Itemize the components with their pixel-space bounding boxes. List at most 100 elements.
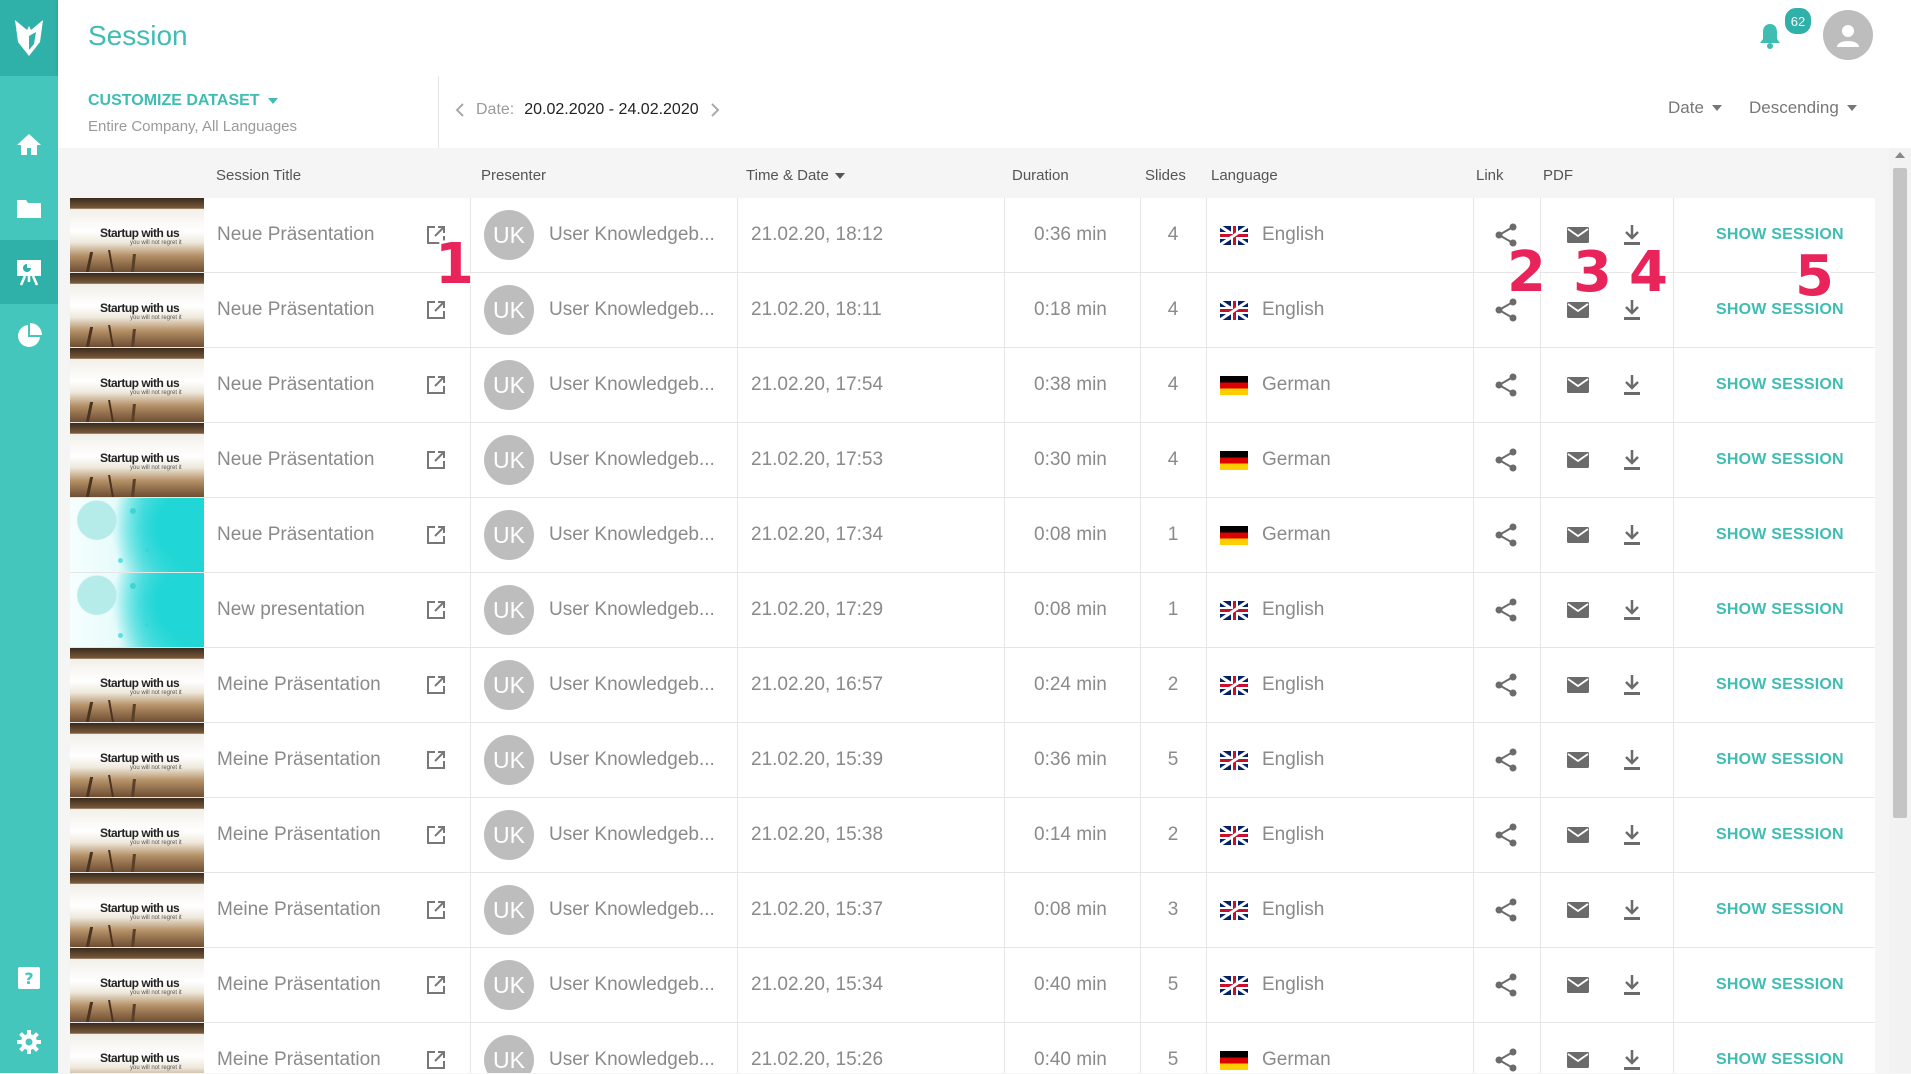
- email-pdf-button[interactable]: [1566, 723, 1590, 797]
- date-range-value[interactable]: 20.02.2020 - 24.02.2020: [524, 101, 698, 119]
- user-avatar[interactable]: [1823, 10, 1873, 60]
- share-link-button[interactable]: [1494, 1023, 1518, 1073]
- download-pdf-button[interactable]: [1623, 873, 1641, 947]
- show-session-button[interactable]: SHOW SESSION: [1716, 573, 1844, 647]
- open-session-button[interactable]: [426, 648, 446, 722]
- download-pdf-button[interactable]: [1623, 723, 1641, 797]
- scrollbar-thumb[interactable]: [1893, 168, 1907, 818]
- show-session-button[interactable]: SHOW SESSION: [1716, 648, 1844, 722]
- share-link-button[interactable]: [1494, 798, 1518, 872]
- download-pdf-button[interactable]: [1623, 1023, 1641, 1073]
- email-pdf-button[interactable]: [1566, 498, 1590, 572]
- scrollbar[interactable]: [1889, 148, 1911, 1073]
- email-pdf-button[interactable]: [1566, 573, 1590, 647]
- download-pdf-button[interactable]: [1623, 798, 1641, 872]
- share-link-button[interactable]: [1494, 348, 1518, 422]
- session-thumbnail[interactable]: Startup with us you will not regret it: [70, 798, 204, 872]
- session-thumbnail[interactable]: Startup with us you will not regret it: [70, 873, 204, 947]
- download-pdf-button[interactable]: [1623, 648, 1641, 722]
- chevron-right-icon[interactable]: [709, 102, 721, 118]
- show-session-button[interactable]: SHOW SESSION: [1716, 423, 1844, 497]
- scroll-up-arrow[interactable]: [1895, 152, 1905, 158]
- session-title: Meine Präsentation: [217, 974, 381, 995]
- share-link-button[interactable]: [1494, 873, 1518, 947]
- share-link-button[interactable]: [1494, 648, 1518, 722]
- session-thumbnail[interactable]: [70, 573, 204, 647]
- email-pdf-button[interactable]: [1566, 423, 1590, 497]
- open-session-button[interactable]: [426, 348, 446, 422]
- table-row[interactable]: New presentation UK User Knowledgeb... 2…: [70, 573, 1875, 648]
- session-thumbnail[interactable]: Startup with us you will not regret it: [70, 948, 204, 1022]
- table-row[interactable]: Startup with us you will not regret it M…: [70, 1023, 1875, 1073]
- download-pdf-button[interactable]: [1623, 948, 1641, 1022]
- show-session-button[interactable]: SHOW SESSION: [1716, 1023, 1844, 1073]
- session-thumbnail[interactable]: Startup with us you will not regret it: [70, 723, 204, 797]
- table-row[interactable]: Startup with us you will not regret it M…: [70, 948, 1875, 1023]
- email-pdf-button[interactable]: [1566, 648, 1590, 722]
- chevron-left-icon[interactable]: [454, 102, 466, 118]
- sort-order-select[interactable]: Descending: [1749, 98, 1859, 118]
- session-thumbnail[interactable]: Startup with us you will not regret it: [70, 348, 204, 422]
- nav-help[interactable]: ?: [0, 946, 58, 1010]
- open-session-button[interactable]: [426, 423, 446, 497]
- session-thumbnail[interactable]: Startup with us you will not regret it: [70, 648, 204, 722]
- table-row[interactable]: Startup with us you will not regret it N…: [70, 423, 1875, 498]
- app-logo[interactable]: [0, 0, 58, 76]
- download-pdf-button[interactable]: [1623, 348, 1641, 422]
- open-session-button[interactable]: [426, 498, 446, 572]
- share-link-button[interactable]: [1494, 498, 1518, 572]
- notification-badge: 62: [1783, 6, 1813, 36]
- nav-settings[interactable]: [0, 1010, 58, 1074]
- col-slides[interactable]: Slides: [1145, 167, 1186, 184]
- session-language: English: [1220, 648, 1324, 722]
- session-thumbnail[interactable]: Startup with us you will not regret it: [70, 423, 204, 497]
- share-link-button[interactable]: [1494, 423, 1518, 497]
- show-session-button[interactable]: SHOW SESSION: [1716, 348, 1844, 422]
- email-pdf-button[interactable]: [1566, 948, 1590, 1022]
- share-link-button[interactable]: [1494, 948, 1518, 1022]
- col-presenter[interactable]: Presenter: [481, 167, 546, 184]
- open-session-button[interactable]: [426, 573, 446, 647]
- nav-home[interactable]: [0, 112, 58, 176]
- open-session-button[interactable]: [426, 873, 446, 947]
- email-pdf-button[interactable]: [1566, 798, 1590, 872]
- download-pdf-button[interactable]: [1623, 573, 1641, 647]
- table-row[interactable]: Startup with us you will not regret it N…: [70, 348, 1875, 423]
- show-session-button[interactable]: SHOW SESSION: [1716, 873, 1844, 947]
- folder-icon: [17, 200, 41, 218]
- table-row[interactable]: Startup with us you will not regret it M…: [70, 798, 1875, 873]
- download-pdf-button[interactable]: [1623, 423, 1641, 497]
- customize-dataset-button[interactable]: CUSTOMIZE DATASET: [88, 92, 280, 110]
- open-session-button[interactable]: [426, 723, 446, 797]
- email-pdf-button[interactable]: [1566, 1023, 1590, 1073]
- table-row[interactable]: Startup with us you will not regret it M…: [70, 648, 1875, 723]
- session-thumbnail[interactable]: Startup with us you will not regret it: [70, 1023, 204, 1073]
- show-session-button[interactable]: SHOW SESSION: [1716, 723, 1844, 797]
- session-thumbnail[interactable]: Startup with us you will not regret it: [70, 273, 204, 347]
- download-pdf-button[interactable]: [1623, 498, 1641, 572]
- open-session-button[interactable]: [426, 948, 446, 1022]
- email-pdf-button[interactable]: [1566, 873, 1590, 947]
- col-duration[interactable]: Duration: [1012, 167, 1069, 184]
- open-session-button[interactable]: [426, 798, 446, 872]
- session-thumbnail[interactable]: Startup with us you will not regret it: [70, 198, 204, 272]
- nav-sessions[interactable]: [0, 240, 58, 304]
- table-row[interactable]: Startup with us you will not regret it M…: [70, 723, 1875, 798]
- notifications-button[interactable]: [1758, 22, 1782, 55]
- show-session-button[interactable]: SHOW SESSION: [1716, 498, 1844, 572]
- email-pdf-button[interactable]: [1566, 348, 1590, 422]
- nav-analytics[interactable]: [0, 304, 58, 368]
- sort-field-select[interactable]: Date: [1668, 98, 1724, 118]
- session-thumbnail[interactable]: [70, 498, 204, 572]
- table-row[interactable]: Startup with us you will not regret it M…: [70, 873, 1875, 948]
- show-session-button[interactable]: SHOW SESSION: [1716, 948, 1844, 1022]
- open-session-button[interactable]: [426, 1023, 446, 1073]
- share-link-button[interactable]: [1494, 723, 1518, 797]
- col-time-date[interactable]: Time & Date: [746, 167, 846, 184]
- col-language[interactable]: Language: [1211, 167, 1278, 184]
- show-session-button[interactable]: SHOW SESSION: [1716, 798, 1844, 872]
- table-row[interactable]: Neue Präsentation UK User Knowledgeb... …: [70, 498, 1875, 573]
- col-session-title[interactable]: Session Title: [216, 167, 301, 184]
- share-link-button[interactable]: [1494, 573, 1518, 647]
- nav-folders[interactable]: [0, 176, 58, 240]
